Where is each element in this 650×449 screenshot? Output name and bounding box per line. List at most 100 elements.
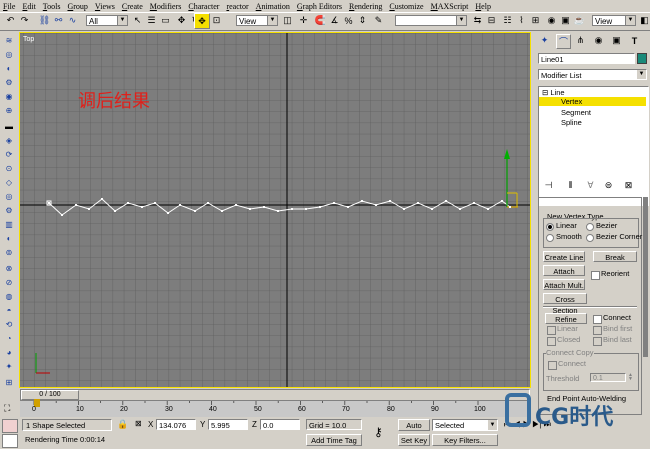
spline-vertex[interactable] — [127, 202, 129, 204]
render-type-dropdown[interactable]: View ▼ — [592, 15, 636, 26]
add-time-tag-button[interactable]: Add Time Tag — [306, 434, 362, 446]
menu-views[interactable]: Views — [95, 2, 115, 11]
time-slider-thumb[interactable]: 0 / 100 — [21, 390, 79, 400]
spline-vertex[interactable] — [417, 202, 419, 204]
percent-snap-icon[interactable]: % — [342, 14, 355, 27]
object-color-swatch[interactable] — [637, 53, 647, 64]
lock-icon[interactable]: 🔒 — [117, 419, 128, 430]
spline-vertex[interactable] — [167, 212, 169, 214]
key-mode-icon[interactable]: ⛶ — [4, 403, 10, 414]
tab-tool-19-icon[interactable]: ◍ — [3, 292, 15, 302]
tab-tool-3-icon[interactable]: ◐ — [3, 64, 15, 74]
tab-tool-16-icon[interactable]: ⊚ — [3, 248, 15, 258]
configure-modifier-sets-icon[interactable]: ⊠ — [622, 179, 635, 192]
motion-tab-icon[interactable]: ◉ — [592, 34, 605, 47]
menu-help[interactable]: Help — [475, 2, 491, 11]
tab-tool-18-icon[interactable]: ⊘ — [3, 278, 15, 288]
break-button[interactable]: Break — [593, 251, 637, 262]
spline-vertex[interactable] — [277, 210, 279, 212]
spline-vertex[interactable] — [48, 202, 50, 204]
tab-tool-20-icon[interactable]: ◓ — [3, 306, 15, 316]
spline-vertex[interactable] — [431, 208, 433, 210]
panel-scrollbar[interactable] — [643, 197, 648, 357]
pivot-center-icon[interactable]: ◫ — [281, 14, 294, 27]
tab-tool-24-icon[interactable]: ✦ — [3, 362, 15, 372]
spline-vertex[interactable] — [375, 204, 377, 206]
spline-vertex[interactable] — [263, 206, 265, 208]
tab-tool-7-icon[interactable]: ▬ — [3, 122, 15, 132]
tab-tool-22-icon[interactable]: ◔ — [3, 334, 15, 344]
spline-vertex[interactable] — [249, 208, 251, 210]
key-selection-dropdown[interactable]: Selected ▼ — [432, 419, 498, 431]
tab-tool-25-icon[interactable]: ⊞ — [3, 378, 15, 388]
y-coord-field[interactable]: 5.995 — [208, 419, 248, 430]
spline-vertex[interactable] — [179, 204, 181, 206]
radio-linear[interactable] — [546, 223, 554, 231]
tab-tool-5-icon[interactable]: ◉ — [3, 92, 15, 102]
menu-animation[interactable]: Animation — [256, 2, 290, 11]
tab-tool-13-icon[interactable]: ⚙ — [3, 206, 15, 216]
radio-bezier[interactable] — [586, 223, 594, 231]
undo-icon[interactable]: ↶ — [4, 14, 17, 27]
spline-vertex[interactable] — [501, 200, 503, 202]
spline-vertex[interactable] — [347, 206, 349, 208]
align-icon[interactable]: ⊟ — [485, 14, 498, 27]
object-name-field[interactable]: Line01 — [538, 53, 635, 64]
spline-vertex[interactable] — [75, 204, 77, 206]
key-filters-button[interactable]: Key Filters... — [432, 434, 498, 446]
spinner-snap-icon[interactable]: ⇕ — [356, 14, 369, 27]
menu-graph-editors[interactable]: Graph Editors — [297, 2, 342, 11]
tab-tool-2-icon[interactable]: ◎ — [3, 50, 15, 60]
named-selection-sets-dropdown[interactable]: ▼ — [395, 15, 467, 26]
key-icon[interactable]: ⚷ — [374, 425, 383, 439]
angle-snap-icon[interactable]: ∡ — [328, 14, 341, 27]
spline-vertex[interactable] — [88, 208, 90, 210]
viewport-label[interactable]: Top — [23, 36, 34, 43]
spline-vertex[interactable] — [101, 198, 103, 200]
connect-checkbox[interactable] — [593, 315, 602, 324]
render-scene-icon[interactable]: ▣ — [559, 14, 572, 27]
select-move-active-icon[interactable]: ✥ — [194, 13, 210, 29]
curve-editor-icon[interactable]: ⌇ — [515, 14, 528, 27]
tab-tool-17-icon[interactable]: ⊗ — [3, 264, 15, 274]
modifier-list-dropdown[interactable]: Modifier List ▼ — [538, 69, 647, 80]
tab-tool-21-icon[interactable]: ⟲ — [3, 320, 15, 330]
bind-space-warp-icon[interactable]: ∿ — [66, 14, 79, 27]
spline-vertex[interactable] — [445, 200, 447, 202]
reorient-checkbox[interactable] — [591, 271, 600, 280]
tab-tool-23-icon[interactable]: ◕ — [3, 348, 15, 358]
tab-tool-12-icon[interactable]: ◎ — [3, 192, 15, 202]
tab-tool-9-icon[interactable]: ⟳ — [3, 150, 15, 160]
spline-vertex[interactable] — [509, 206, 511, 208]
select-object-icon[interactable]: ↖ — [131, 14, 144, 27]
spline-vertex[interactable] — [389, 200, 391, 202]
attach-mult-button[interactable]: Attach Mult. — [543, 279, 585, 290]
menu-group[interactable]: Group — [67, 2, 87, 11]
render-last-icon[interactable]: ◧ — [638, 14, 650, 27]
menu-customize[interactable]: Customize — [389, 2, 423, 11]
absolute-mode-icon[interactable]: ⊠ — [135, 419, 142, 428]
stack-item-segment[interactable]: Segment — [561, 108, 591, 117]
menu-reactor[interactable]: reactor — [226, 2, 248, 11]
tab-tool-11-icon[interactable]: ◇ — [3, 178, 15, 188]
snap-toggle-icon[interactable]: 🧲 — [314, 14, 327, 27]
menu-tools[interactable]: Tools — [43, 2, 61, 11]
tab-tool-8-icon[interactable]: ◈ — [3, 136, 15, 146]
spline-vertex[interactable] — [194, 210, 196, 212]
spline-vertex[interactable] — [61, 214, 63, 216]
auto-key-button[interactable]: Auto Key — [398, 419, 430, 442]
tab-tool-15-icon[interactable]: ◐ — [3, 234, 15, 244]
modify-tab-icon[interactable]: ⌒ — [556, 34, 571, 49]
menu-edit[interactable]: Edit — [22, 2, 35, 11]
pin-stack-icon[interactable]: ⊣ — [542, 179, 555, 192]
x-coord-field[interactable]: 134.076 — [156, 419, 196, 430]
hierarchy-tab-icon[interactable]: ⋔ — [574, 34, 587, 47]
spline-vertex[interactable] — [319, 206, 321, 208]
select-move-icon[interactable]: ✥ — [175, 14, 188, 27]
quick-render-icon[interactable]: ☕ — [573, 14, 586, 27]
select-by-name-icon[interactable]: ☰ — [145, 14, 158, 27]
menu-create[interactable]: Create — [122, 2, 143, 11]
set-key-button[interactable]: Set Key — [398, 434, 430, 446]
maxscript-listener-icon[interactable] — [2, 419, 18, 433]
display-tab-icon[interactable]: ▣ — [610, 34, 623, 47]
